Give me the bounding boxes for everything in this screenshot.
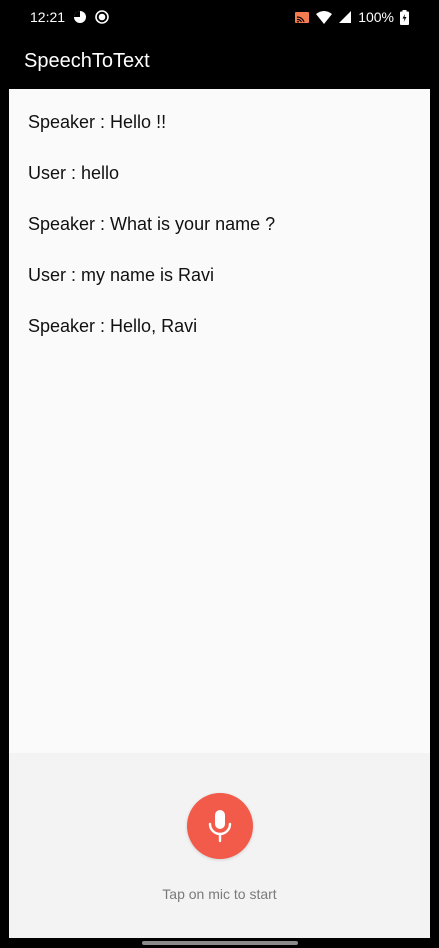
microphone-icon <box>207 809 233 843</box>
conversation-line: Speaker : What is your name ? <box>28 214 276 234</box>
signal-icon <box>338 10 352 24</box>
record-icon <box>95 10 109 24</box>
conversation-list: Speaker : Hello !! User : hello Speaker … <box>9 89 430 753</box>
conversation-line: Speaker : Hello, Ravi <box>28 316 198 336</box>
mic-button[interactable] <box>187 793 253 859</box>
app-title: SpeechToText <box>24 49 150 72</box>
pie-timer-icon <box>73 10 87 24</box>
app-bar: SpeechToText <box>0 34 439 88</box>
conversation-line: Speaker : Hello !! <box>28 112 167 132</box>
gesture-nav-handle[interactable] <box>142 941 298 945</box>
status-bar: 12:21 100% <box>0 0 439 34</box>
conversation-line: User : my name is Ravi <box>28 265 215 285</box>
mic-hint: Tap on mic to start <box>162 886 277 902</box>
cast-icon <box>294 11 310 24</box>
conversation-line: User : hello <box>28 163 120 183</box>
status-time: 12:21 <box>30 9 66 25</box>
mic-panel: Tap on mic to start <box>9 753 430 938</box>
battery-icon <box>400 9 409 25</box>
battery-percent: 100% <box>358 9 394 25</box>
wifi-icon <box>316 10 333 24</box>
